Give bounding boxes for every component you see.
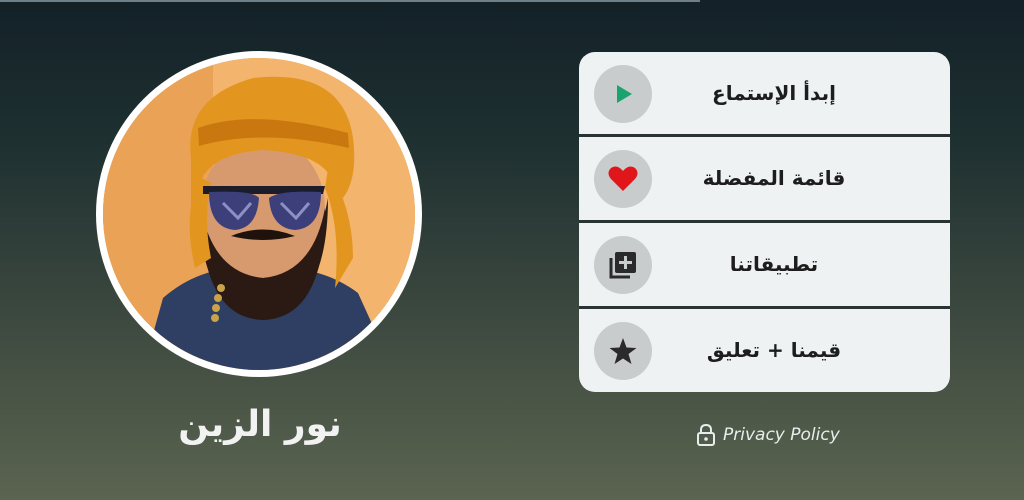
menu-item-favorites[interactable]: قائمة المفضلة [579,137,950,220]
menu-item-start-listening[interactable]: إبدأ الإستماع [579,52,950,135]
heart-icon [594,150,652,208]
menu-item-label: قائمة المفضلة [702,166,846,190]
privacy-policy-label: Privacy Policy [723,425,840,445]
star-icon [594,322,652,380]
menu-item-rate-us[interactable]: قيمنا + تعليق [579,309,950,392]
main-menu: إبدأ الإستماع قائمة المفضلة تطبيقاتنا قي… [579,52,950,392]
artist-avatar [96,51,422,377]
artist-photo [103,58,415,370]
menu-item-label: تطبيقاتنا [729,252,819,276]
privacy-policy-link[interactable]: Privacy Policy [695,423,840,447]
add-to-library-icon [594,236,652,294]
top-edge-line [0,0,700,2]
play-icon [594,65,652,123]
menu-item-label: قيمنا + تعليق [706,338,842,362]
menu-item-label: إبدأ الإستماع [712,81,836,105]
artist-photo-illustration [103,58,415,370]
artist-name: نور الزين [178,404,342,445]
lock-icon [697,423,715,446]
menu-item-our-apps[interactable]: تطبيقاتنا [579,223,950,306]
